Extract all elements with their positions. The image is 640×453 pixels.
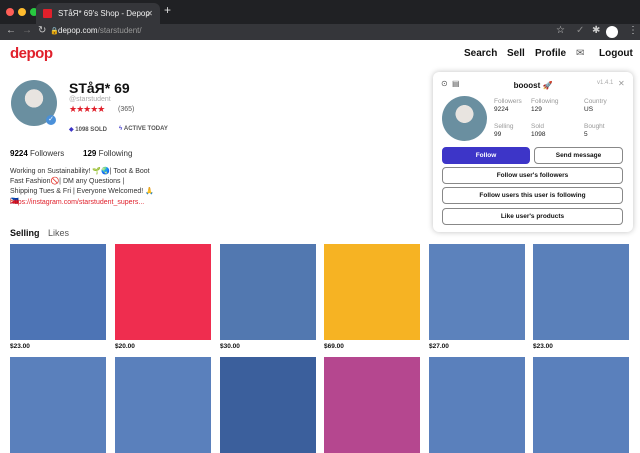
- followers-stat[interactable]: 9224 Followers: [10, 149, 64, 158]
- panel-avatar: [442, 96, 487, 141]
- product-card[interactable]: $27.00: [429, 244, 525, 350]
- tab-likes[interactable]: Likes: [48, 228, 69, 238]
- stat-value: 5: [584, 131, 588, 138]
- product-image[interactable]: [429, 244, 525, 340]
- stat-label: Following: [531, 98, 559, 105]
- new-tab-button[interactable]: +: [164, 3, 171, 17]
- product-image[interactable]: [220, 357, 316, 453]
- messages-icon[interactable]: ✉: [576, 48, 584, 59]
- product-card[interactable]: $30.00: [220, 244, 316, 350]
- product-image[interactable]: [324, 244, 420, 340]
- follow-followers-button[interactable]: Follow user's followers: [442, 167, 623, 184]
- product-card[interactable]: [115, 357, 211, 453]
- profile-handle: @starstudent: [69, 96, 111, 103]
- verified-badge-icon: ✓: [46, 115, 56, 125]
- profile-avatar-icon[interactable]: [606, 26, 618, 38]
- forward-icon[interactable]: →: [22, 25, 32, 36]
- nav-profile[interactable]: Profile: [535, 48, 566, 59]
- product-image[interactable]: [533, 244, 629, 340]
- close-window-button[interactable]: [6, 8, 14, 16]
- product-card[interactable]: [533, 357, 629, 453]
- product-card[interactable]: $69.00: [324, 244, 420, 350]
- bookmark-star-icon[interactable]: ☆: [556, 25, 565, 36]
- product-image[interactable]: [533, 357, 629, 453]
- product-image[interactable]: [115, 244, 211, 340]
- reload-icon[interactable]: ↻: [38, 25, 46, 36]
- sold-badge: ◆ 1098 SOLD: [69, 127, 107, 133]
- product-price: $27.00: [429, 343, 449, 350]
- product-price: $30.00: [220, 343, 240, 350]
- url-input[interactable]: depop.com/starstudent/: [58, 26, 142, 35]
- nav-sell[interactable]: Sell: [507, 48, 525, 59]
- product-card[interactable]: [220, 357, 316, 453]
- tab-title: STåЯ* 69's Shop - Depop: [58, 9, 150, 18]
- product-price: $20.00: [115, 343, 135, 350]
- rating-stars[interactable]: ★★★★★: [69, 104, 105, 115]
- product-image[interactable]: [10, 357, 106, 453]
- extension-icon[interactable]: ✓: [576, 25, 584, 36]
- stat-value: US: [584, 106, 594, 113]
- product-image[interactable]: [324, 357, 420, 453]
- stat-value: 9224: [494, 106, 509, 113]
- depop-logo[interactable]: depop: [10, 45, 53, 62]
- menu-icon[interactable]: ⋮: [628, 25, 638, 36]
- active-badge: ϟ ACTIVE TODAY: [119, 126, 168, 132]
- site-header: depop Search Sell Profile ✉ Logout: [0, 40, 640, 68]
- stat-value: 99: [494, 131, 502, 138]
- lightning-icon: ϟ: [119, 126, 123, 132]
- product-price: $23.00: [10, 343, 30, 350]
- following-stat[interactable]: 129 Following: [83, 149, 132, 158]
- stat-label: Bought: [584, 123, 605, 130]
- tab-selling[interactable]: Selling: [10, 228, 40, 238]
- product-image[interactable]: [10, 244, 106, 340]
- follow-button[interactable]: Follow: [442, 147, 530, 164]
- product-card[interactable]: $20.00: [115, 244, 211, 350]
- close-icon[interactable]: ✕: [618, 79, 625, 88]
- nav-search[interactable]: Search: [464, 48, 497, 59]
- back-icon[interactable]: ←: [6, 25, 16, 36]
- product-image[interactable]: [429, 357, 525, 453]
- tag-icon: ◆: [69, 127, 74, 133]
- product-card[interactable]: [10, 357, 106, 453]
- product-price: $69.00: [324, 343, 344, 350]
- review-count[interactable]: (365): [118, 106, 134, 113]
- product-card[interactable]: $23.00: [533, 244, 629, 350]
- depop-favicon-icon: [43, 9, 52, 18]
- follow-following-button[interactable]: Follow users this user is following: [442, 187, 623, 204]
- stat-label: Sold: [531, 123, 545, 130]
- version-label: v1.4.1: [597, 80, 614, 86]
- browser-tab-bar: STåЯ* 69's Shop - Depop ✕ +: [0, 0, 640, 24]
- product-card[interactable]: [324, 357, 420, 453]
- booost-extension-panel: ⊙ ▤ booost 🚀 v1.4.1 ✕ Followers 9224 Follo…: [433, 72, 633, 232]
- product-price: $23.00: [533, 343, 553, 350]
- product-image[interactable]: [115, 357, 211, 453]
- stat-value: 1098: [531, 131, 546, 138]
- stat-value: 129: [531, 106, 542, 113]
- like-products-button[interactable]: Like user's products: [442, 208, 623, 225]
- address-bar: ← → ↻ 🔒 depop.com/starstudent/ ☆ ✓ ✱ ⋮: [0, 24, 640, 40]
- send-message-button[interactable]: Send message: [534, 147, 623, 164]
- product-image[interactable]: [220, 244, 316, 340]
- profile-name: STåЯ* 69: [69, 80, 130, 96]
- extensions-puzzle-icon[interactable]: ✱: [592, 25, 600, 36]
- minimize-window-button[interactable]: [18, 8, 26, 16]
- stat-label: Followers: [494, 98, 522, 105]
- product-card[interactable]: [429, 357, 525, 453]
- instagram-link[interactable]: https://instagram.com/starstudent_supers…: [10, 199, 144, 206]
- nav-logout[interactable]: Logout: [599, 48, 633, 59]
- product-card[interactable]: $23.00: [10, 244, 106, 350]
- browser-tab[interactable]: STåЯ* 69's Shop - Depop ✕: [36, 3, 160, 24]
- close-tab-icon[interactable]: ✕: [146, 3, 153, 24]
- stat-label: Selling: [494, 123, 514, 130]
- stat-label: Country: [584, 98, 607, 105]
